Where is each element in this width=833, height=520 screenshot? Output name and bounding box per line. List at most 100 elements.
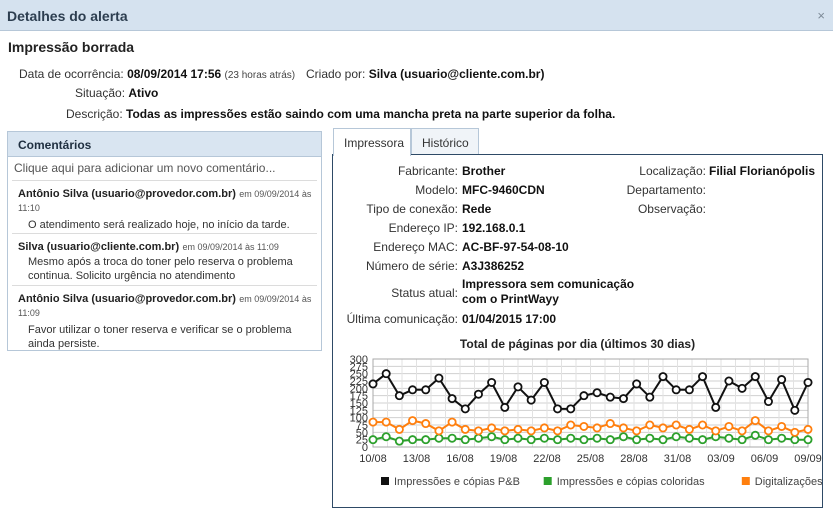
data-point: [777, 433, 787, 443]
data-point: [790, 435, 800, 445]
data-point: [737, 435, 747, 445]
data-point: [605, 435, 615, 445]
data-point: [803, 377, 813, 387]
x-tick-label: 19/08: [490, 453, 518, 465]
data-point: [421, 435, 431, 445]
tab-printer[interactable]: Impressora: [333, 128, 411, 156]
data-point: [566, 433, 576, 443]
last-communication-label: Última comunicação:: [346, 312, 458, 326]
comment-item: Antônio Silva (usuario@provedor.com.br) …: [18, 291, 313, 351]
last-communication-value: 01/04/2015 17:00: [462, 312, 557, 326]
data-point: [394, 436, 404, 446]
x-tick-label: 31/08: [664, 453, 692, 465]
data-point: [434, 426, 444, 436]
close-icon[interactable]: ×: [817, 8, 825, 23]
x-tick-label: 16/08: [446, 453, 474, 465]
data-point: [579, 435, 589, 445]
chart-title: Total de páginas por dia (últimos 30 dia…: [459, 337, 696, 351]
data-point: [473, 389, 483, 399]
data-point: [737, 426, 747, 436]
x-tick-label: 28/08: [620, 453, 648, 465]
data-point: [632, 426, 642, 436]
pages-per-day-chart: 025507510012515017520022525027530010/08 1…: [350, 355, 822, 488]
data-point: [737, 383, 747, 393]
created-row: Criado por: Silva (usuario@cliente.com.b…: [306, 67, 544, 81]
data-point: [618, 423, 628, 433]
created-label: Criado por:: [306, 67, 366, 81]
dialog-titlebar: Detalhes do alerta ×: [0, 0, 833, 31]
data-point: [671, 385, 681, 395]
date-value: 08/09/2014 17:56: [127, 67, 222, 81]
comment-author: Antônio Silva (usuario@provedor.com.br): [18, 188, 236, 200]
data-point: [408, 416, 418, 426]
serial-value: A3J386252: [462, 259, 525, 273]
comment-item: Silva (usuario@cliente.com.br) em 09/09/…: [18, 239, 313, 283]
data-point: [500, 402, 510, 412]
x-tick-label: 10/08: [359, 453, 387, 465]
data-point: [632, 435, 642, 445]
alert-name: Impressão borrada: [8, 39, 135, 55]
data-point: [526, 426, 536, 436]
data-point: [750, 430, 760, 440]
x-tick-label: 25/08: [577, 453, 605, 465]
data-point: [645, 420, 655, 430]
y-tick-label: 300: [350, 355, 368, 366]
data-point: [368, 379, 378, 389]
data-point: [513, 424, 523, 434]
data-point: [513, 433, 523, 443]
data-point: [566, 420, 576, 430]
status-label: Situação:: [75, 86, 126, 100]
data-point: [421, 419, 431, 429]
data-point: [408, 385, 418, 395]
add-comment-input[interactable]: Clique aqui para adicionar um novo comen…: [14, 161, 275, 175]
location-label: Localização:: [639, 164, 706, 178]
data-point: [421, 385, 431, 395]
data-point: [645, 392, 655, 402]
data-point: [618, 394, 628, 404]
data-point: [750, 416, 760, 426]
data-point: [763, 426, 773, 436]
serial-label: Número de série:: [365, 259, 458, 273]
comment-item: Antônio Silva (usuario@provedor.com.br) …: [18, 186, 313, 232]
data-point: [553, 435, 563, 445]
data-point: [698, 420, 708, 430]
x-tick-label: 22/08: [533, 453, 561, 465]
data-point: [698, 435, 708, 445]
divider: [12, 233, 317, 234]
model-value: MFC-9460CDN: [462, 183, 545, 197]
data-point: [460, 424, 470, 434]
legend-swatch: [741, 477, 750, 485]
data-point: [803, 424, 813, 434]
data-point: [592, 433, 602, 443]
data-point: [460, 404, 470, 414]
date-row: Data de ocorrência: 08/09/2014 17:56 (23…: [19, 67, 295, 81]
data-point: [790, 405, 800, 415]
model-label: Modelo:: [415, 183, 458, 197]
data-point: [605, 392, 615, 402]
data-point: [526, 435, 536, 445]
data-point: [763, 397, 773, 407]
data-point: [487, 377, 497, 387]
date-label: Data de ocorrência:: [19, 67, 124, 81]
data-point: [632, 379, 642, 389]
data-point: [394, 424, 404, 434]
dialog-title: Detalhes do alerta: [7, 8, 128, 24]
printer-panel: Fabricante: Brother Modelo: MFC-9460CDN …: [332, 154, 823, 508]
connection-value: Rede: [462, 202, 492, 216]
data-point: [487, 423, 497, 433]
data-point: [539, 377, 549, 387]
manufacturer-value: Brother: [462, 164, 506, 178]
data-point: [553, 404, 563, 414]
data-point: [473, 426, 483, 436]
data-point: [658, 435, 668, 445]
tab-history[interactable]: Histórico: [411, 128, 479, 155]
data-point: [368, 417, 378, 427]
status-label: Status atual:: [391, 286, 458, 300]
x-tick-label: 06/09: [751, 453, 779, 465]
data-point: [394, 391, 404, 401]
data-point: [671, 432, 681, 442]
data-point: [684, 433, 694, 443]
data-point: [724, 433, 734, 443]
data-point: [447, 417, 457, 427]
data-point: [408, 435, 418, 445]
